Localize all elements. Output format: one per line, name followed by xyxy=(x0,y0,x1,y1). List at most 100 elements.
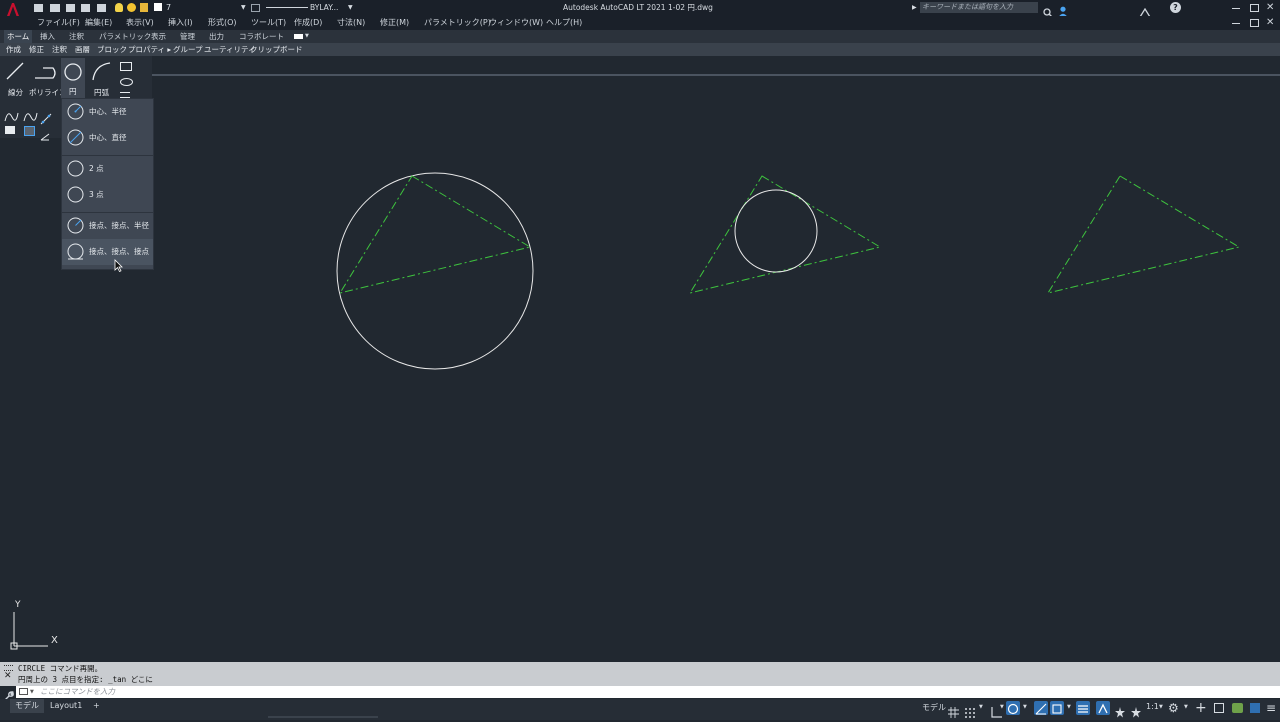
menu-draw[interactable]: 作成(D) xyxy=(294,16,322,30)
panel-groups[interactable]: グループ xyxy=(173,43,203,56)
chevron-down-icon[interactable]: ▼ xyxy=(1159,704,1163,710)
circle-menu-item-center-radius[interactable]: 中心、半径 xyxy=(62,99,153,125)
doc-close-icon[interactable]: ✕ xyxy=(1266,16,1274,30)
linetype-dropdown[interactable]: BYLAY... ▼ xyxy=(264,2,362,13)
menu-view[interactable]: 表示(V) xyxy=(126,16,154,30)
menu-modify[interactable]: 修正(M) xyxy=(380,16,409,30)
layer-on-icon[interactable] xyxy=(115,3,123,12)
menu-dimension[interactable]: 寸法(N) xyxy=(337,16,365,30)
chevron-down-icon[interactable]: ▼ xyxy=(1023,704,1027,710)
chevron-right-icon[interactable]: ▶ xyxy=(912,0,917,16)
triangle-2 xyxy=(688,175,882,294)
panel-clipboard[interactable]: クリップボード xyxy=(250,43,303,56)
menu-help[interactable]: ヘルプ(H) xyxy=(546,16,582,30)
circle-menu-item-center-diameter[interactable]: 中心、直径 xyxy=(62,125,153,151)
hardware-acceleration-icon[interactable] xyxy=(1214,703,1224,713)
auto-scale-icon[interactable] xyxy=(1130,703,1142,722)
ribbon-tab-bar: ホーム 挿入 注釈 パラメトリック 表示 管理 出力 コラボレート ▼ xyxy=(0,30,1280,43)
open-file-icon[interactable] xyxy=(50,4,60,12)
rectangle-icon[interactable] xyxy=(120,62,132,71)
panel-draw[interactable]: 作成 xyxy=(6,43,21,56)
add-layout-icon[interactable]: + xyxy=(88,699,105,713)
tab-model[interactable]: モデル xyxy=(10,699,44,713)
help-icon[interactable]: ? xyxy=(1170,2,1181,13)
circle-menu-item-3point[interactable]: 3 点 xyxy=(62,182,153,208)
grid-icon[interactable] xyxy=(948,703,959,722)
share-icon[interactable] xyxy=(1138,3,1152,18)
layer-lock-icon[interactable] xyxy=(140,3,148,12)
circle-menu-item-ttr[interactable]: 接点、接点、半径 xyxy=(62,212,153,239)
annotation-visibility-icon[interactable] xyxy=(1114,703,1126,722)
chevron-down-icon: ▼ xyxy=(241,4,246,11)
panel-annotate[interactable]: 注釈 xyxy=(52,43,67,56)
tab-view[interactable]: 表示 xyxy=(148,30,169,43)
circle-menu-label: 中心、半径 xyxy=(89,107,127,116)
customize-menu-icon[interactable]: ≡ xyxy=(1266,699,1276,717)
chevron-down-icon[interactable]: ▼ xyxy=(979,704,983,710)
isolate-objects-icon[interactable] xyxy=(1232,703,1243,713)
ribbon-toggle-icon[interactable] xyxy=(294,34,303,39)
chevron-down-icon[interactable]: ▼ xyxy=(1184,704,1188,710)
command-input[interactable]: ▼ ここにコマンドを入力 xyxy=(16,686,1280,698)
search-icon[interactable] xyxy=(1043,3,1053,18)
tab-output[interactable]: 出力 xyxy=(206,30,227,43)
search-input[interactable]: キーワードまたは語句を入力 xyxy=(920,2,1038,13)
doc-restore-icon[interactable] xyxy=(1250,19,1259,27)
lineweight-icon[interactable] xyxy=(1076,701,1090,715)
menu-bar: ファイル(F) 編集(E) 表示(V) 挿入(I) 形式(O) ツール(T) 作… xyxy=(0,16,1280,30)
selection-cycling-icon[interactable] xyxy=(1096,701,1110,715)
menu-file[interactable]: ファイル(F) xyxy=(37,16,80,30)
panel-modify[interactable]: 修正 xyxy=(29,43,44,56)
layer-dropdown[interactable]: 7 ▼ xyxy=(164,2,248,13)
chevron-down-icon[interactable]: ▼ xyxy=(30,686,34,698)
layer-freeze-icon[interactable] xyxy=(127,3,136,12)
chevron-down-icon: ▼ xyxy=(348,4,353,11)
panel-properties[interactable]: プロパティ ▸ xyxy=(128,43,171,56)
object-snap-icon[interactable] xyxy=(1050,701,1064,715)
model-space-button[interactable]: モデル xyxy=(922,702,946,713)
panel-layers[interactable]: 画層 xyxy=(75,43,90,56)
command-close-icon[interactable]: ✕ xyxy=(4,671,12,681)
snap-icon[interactable] xyxy=(964,703,975,722)
menu-format[interactable]: 形式(O) xyxy=(208,16,237,30)
print-icon[interactable] xyxy=(97,4,106,12)
menu-edit[interactable]: 編集(E) xyxy=(85,16,112,30)
annotation-scale[interactable]: 1:1 xyxy=(1146,702,1159,711)
ucs-icon xyxy=(10,612,48,650)
menu-window[interactable]: ウィンドウ(W) xyxy=(489,16,543,30)
tab-layout1[interactable]: Layout1 xyxy=(45,699,87,713)
drawing-canvas[interactable] xyxy=(0,76,1280,662)
tab-parametric[interactable]: パラメトリック xyxy=(96,30,154,43)
menu-parametric[interactable]: パラメトリック(P) xyxy=(424,16,491,30)
command-prompt-icon[interactable] xyxy=(19,688,28,695)
close-icon[interactable]: ✕ xyxy=(1266,1,1274,15)
tab-collaborate[interactable]: コラボレート xyxy=(236,30,287,43)
tab-annotate[interactable]: 注釈 xyxy=(66,30,87,43)
tab-insert[interactable]: 挿入 xyxy=(37,30,58,43)
tab-home[interactable]: ホーム xyxy=(4,30,33,43)
polar-tracking-icon[interactable] xyxy=(1006,701,1020,715)
tab-manage[interactable]: 管理 xyxy=(177,30,198,43)
chevron-down-icon[interactable]: ▼ xyxy=(1067,704,1071,710)
isodraft-icon[interactable] xyxy=(1034,701,1048,715)
plus-icon[interactable]: + xyxy=(1195,699,1207,717)
doc-minimize-icon[interactable] xyxy=(1232,23,1240,24)
clean-screen-icon[interactable] xyxy=(1250,703,1260,713)
menu-insert[interactable]: 挿入(I) xyxy=(168,16,193,30)
wrench-icon[interactable] xyxy=(3,687,14,702)
save-as-icon[interactable] xyxy=(81,4,90,12)
status-bar: モデル Layout1 + モデル ▼ ▼ ▼ ▼ 1:1 ▼ ⚙ ▼ + ≡ xyxy=(0,699,1280,720)
chevron-down-icon[interactable]: ▼ xyxy=(305,30,309,43)
settings-gear-icon[interactable]: ⚙ xyxy=(1168,702,1179,714)
minimize-icon[interactable] xyxy=(1232,8,1240,9)
chevron-down-icon[interactable]: ▼ xyxy=(1000,704,1004,710)
circle-menu-item-2point[interactable]: 2 点 xyxy=(62,155,153,182)
user-icon[interactable] xyxy=(1058,2,1068,17)
menu-tools[interactable]: ツール(T) xyxy=(251,16,286,30)
new-file-icon[interactable] xyxy=(34,4,43,12)
save-icon[interactable] xyxy=(66,4,75,12)
restore-icon[interactable] xyxy=(1250,4,1259,12)
panel-block[interactable]: ブロック xyxy=(97,43,127,56)
circle-menu-item-ttt[interactable]: 接点、接点、接点 xyxy=(62,239,153,265)
panel-utilities[interactable]: ユーティリティ xyxy=(204,43,256,56)
